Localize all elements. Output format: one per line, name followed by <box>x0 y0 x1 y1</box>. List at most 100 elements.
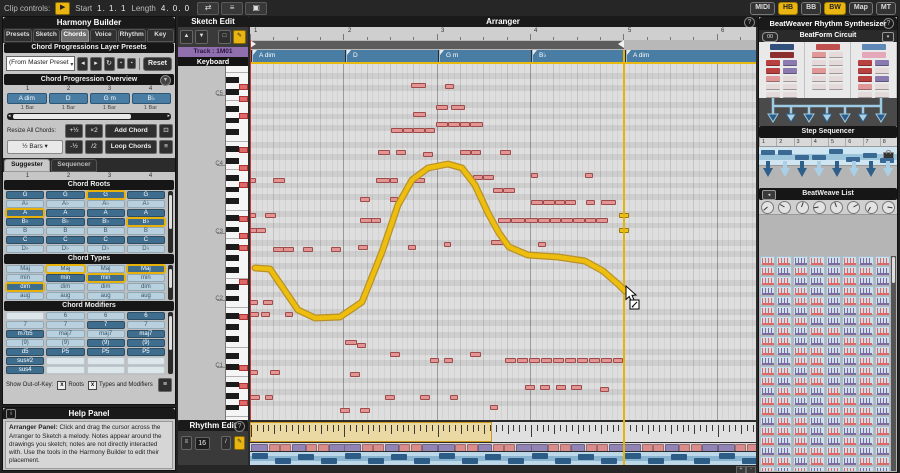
rhythm-list-icon[interactable]: ≡ <box>181 436 192 450</box>
chord-modifier-cell[interactable]: 6 <box>127 312 165 320</box>
mode-button-bw[interactable]: BW <box>824 2 846 15</box>
chord-root-cell[interactable]: A♭ <box>46 200 84 208</box>
beatweave-tile[interactable] <box>760 456 775 465</box>
rhythm-chip[interactable] <box>329 444 345 451</box>
overview-chord-block[interactable]: D <box>49 93 89 104</box>
beatweave-tile[interactable] <box>760 346 775 355</box>
rhythm-chip[interactable] <box>642 444 653 451</box>
beatform-chip[interactable] <box>812 84 826 90</box>
black-key[interactable] <box>226 393 239 399</box>
black-key[interactable] <box>226 336 239 342</box>
beatform-chip[interactable] <box>812 68 826 74</box>
beatform-chip[interactable] <box>829 52 843 58</box>
beatweave-tile[interactable] <box>875 336 890 345</box>
rhythm-chip[interactable] <box>411 444 422 451</box>
beatweave-tile[interactable] <box>826 296 841 305</box>
step-block[interactable] <box>601 458 617 464</box>
tab-voice[interactable]: Voice <box>90 29 118 42</box>
step-level-bar[interactable] <box>761 150 775 155</box>
loop-end-marker[interactable] <box>618 40 624 48</box>
duplicate-icon[interactable]: ▣ <box>245 2 267 15</box>
beatform-chip[interactable] <box>783 60 797 66</box>
beatweave-tile[interactable] <box>826 376 841 385</box>
beatform-chip[interactable] <box>875 76 889 82</box>
checkbox-icon[interactable]: x <box>57 381 66 390</box>
rhythm-chip[interactable] <box>493 444 504 451</box>
chord-root-cell[interactable]: B <box>87 227 125 235</box>
chord-type-cell[interactable]: Maj <box>46 265 84 273</box>
black-key[interactable] <box>226 313 239 319</box>
rhythm-chip[interactable] <box>531 444 548 451</box>
beatweave-tile[interactable] <box>842 416 857 425</box>
beatweave-tile[interactable] <box>875 346 890 355</box>
beatweave-tile[interactable] <box>760 256 775 265</box>
chord-root-cell[interactable]: G <box>6 191 44 199</box>
chord-modifier-cell[interactable] <box>46 357 84 365</box>
circuit-badge[interactable]: 00 <box>762 32 778 42</box>
beatweave-tile[interactable] <box>875 356 890 365</box>
beatweave-tile[interactable] <box>826 286 841 295</box>
rhythm-chip[interactable] <box>653 444 664 451</box>
black-key[interactable] <box>226 77 239 83</box>
rhythm-chip[interactable] <box>597 444 608 451</box>
chord-type-cell[interactable]: Maj <box>87 265 125 273</box>
beatform-chip[interactable] <box>766 84 780 90</box>
start-value[interactable]: 1. 1. 1 <box>97 4 126 13</box>
rhythm-chip[interactable] <box>586 444 597 451</box>
beatweave-tile[interactable] <box>809 256 824 265</box>
chord-modifier-cell[interactable]: d5 <box>6 348 44 356</box>
beatweave-tile[interactable] <box>858 406 873 415</box>
chord-modifier-cell[interactable]: m7b5 <box>6 330 44 338</box>
chord-type-cell[interactable]: aug <box>6 292 44 300</box>
beatweave-tile[interactable] <box>842 406 857 415</box>
beatweave-tile[interactable] <box>858 436 873 445</box>
beatweave-tile[interactable] <box>826 266 841 275</box>
help-icon[interactable]: ? <box>883 18 894 29</box>
chord-root-cell[interactable]: D♭ <box>127 245 165 253</box>
step-block[interactable] <box>462 458 478 464</box>
beatweave-tile[interactable] <box>858 456 873 465</box>
beatweave-tile[interactable] <box>809 276 824 285</box>
beatweave-tile[interactable] <box>842 456 857 465</box>
circuit-dropdown-icon[interactable]: ▾ <box>882 32 894 42</box>
step-arrow-icon[interactable] <box>814 168 824 177</box>
rhythm-chip[interactable] <box>385 444 399 451</box>
select-tool-icon[interactable]: □ <box>218 30 231 44</box>
beatweave-tile[interactable] <box>793 416 808 425</box>
overview-chord-block[interactable]: A dim <box>7 93 47 104</box>
knob[interactable] <box>778 201 791 214</box>
beatweave-tile[interactable] <box>760 416 775 425</box>
beatweave-tile[interactable] <box>793 376 808 385</box>
step-block[interactable] <box>439 453 455 459</box>
beatweave-tile[interactable] <box>826 436 841 445</box>
step-block[interactable] <box>275 458 291 464</box>
black-key[interactable] <box>226 198 239 204</box>
beatform-chip[interactable] <box>812 60 826 66</box>
beatweave-tile[interactable] <box>776 276 791 285</box>
beatweave-tile[interactable] <box>842 266 857 275</box>
beatweave-tile[interactable] <box>858 316 873 325</box>
beatweave-tile[interactable] <box>858 256 873 265</box>
beatweave-tile[interactable] <box>826 276 841 285</box>
step-block[interactable] <box>578 454 594 460</box>
beatform-chip[interactable] <box>783 68 797 74</box>
beatweave-tile[interactable] <box>826 316 841 325</box>
beatweave-tile[interactable] <box>826 306 841 315</box>
beatweave-tile[interactable] <box>793 446 808 455</box>
beatweave-tile[interactable] <box>875 416 890 425</box>
beatweave-tile[interactable] <box>826 346 841 355</box>
black-key[interactable] <box>226 296 239 302</box>
step-block[interactable] <box>532 453 548 459</box>
beatweave-tile[interactable] <box>842 356 857 365</box>
mode-button-bb[interactable]: BB <box>801 2 821 15</box>
chord-modifier-cell[interactable]: sus#2 <box>6 357 44 365</box>
chord-modifier-cell[interactable]: maj7 <box>87 330 125 338</box>
beatweave-tile[interactable] <box>760 306 775 315</box>
help-icon[interactable]: ? <box>234 421 245 432</box>
step-arrow-icon[interactable] <box>849 168 859 177</box>
beatweave-tile[interactable] <box>760 286 775 295</box>
beatform-chip[interactable] <box>812 76 826 82</box>
pencil-tool-icon[interactable]: ✎ <box>233 30 246 44</box>
beatweave-tile[interactable] <box>809 466 824 471</box>
beatweave-tile[interactable] <box>760 466 775 471</box>
